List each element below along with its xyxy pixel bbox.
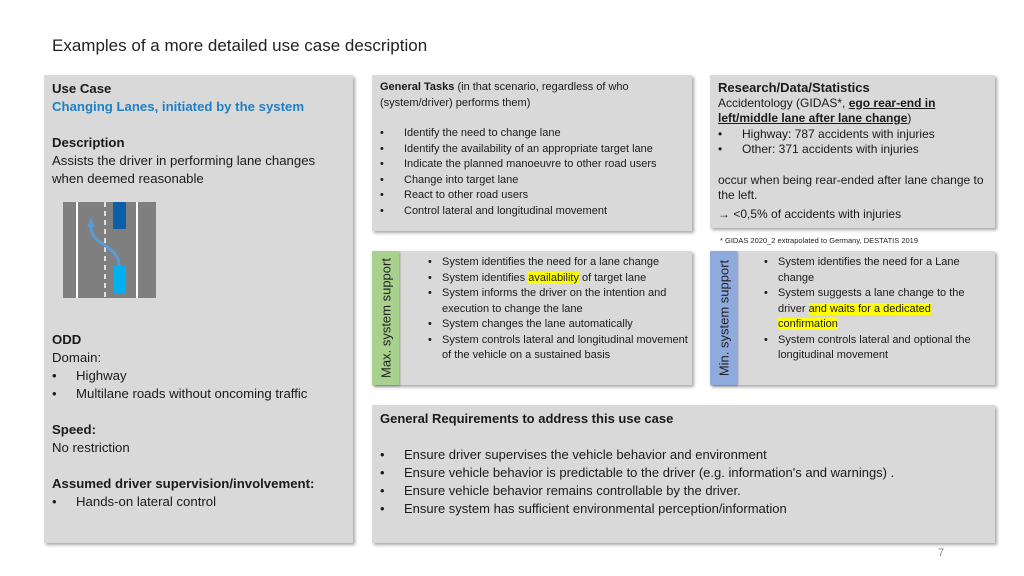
list-item-text: System changes the lane automatically bbox=[442, 318, 633, 330]
lane-change-diagram bbox=[63, 202, 156, 298]
list-item-text: System identifies the need for a Lane ch… bbox=[778, 256, 960, 284]
max-support-panel: Max. system support System identifies th… bbox=[372, 251, 692, 385]
general-tasks-list: Identify the need to change lane Identif… bbox=[380, 126, 680, 219]
min-support-panel: Min. system support System identifies th… bbox=[710, 251, 995, 385]
page-number: 7 bbox=[938, 547, 945, 559]
list-item: Hands-on lateral control bbox=[52, 493, 352, 511]
requirements-panel: General Requirements to address this use… bbox=[372, 405, 995, 543]
description-heading: Description bbox=[52, 135, 125, 150]
list-item-text: System controls lateral and optional the… bbox=[778, 333, 971, 362]
general-tasks-intro: General Tasks (in that scenario, regardl… bbox=[380, 80, 680, 111]
general-tasks-panel: General Tasks (in that scenario, regardl… bbox=[372, 75, 692, 231]
list-item: System controls lateral and optional the… bbox=[764, 333, 992, 364]
list-item: Indicate the planned manoeuvre to other … bbox=[380, 157, 680, 173]
general-tasks-heading: General Tasks bbox=[380, 81, 455, 93]
list-item: Highway bbox=[52, 367, 352, 385]
research-intro-prefix: Accidentology (GIDAS*, bbox=[718, 95, 849, 110]
use-case-heading: Use Case bbox=[52, 81, 112, 96]
min-support-list: System identifies the need for a Lane ch… bbox=[764, 255, 992, 364]
research-conclusion-text: <0,5% of accidents with injuries bbox=[730, 206, 902, 221]
speed-heading: Speed: bbox=[52, 422, 96, 437]
research-conclusion: → <0,5% of accidents with injuries bbox=[718, 207, 990, 223]
research-intro: Accidentology (GIDAS*, ego rear-end in l… bbox=[718, 96, 990, 127]
list-item: Ensure vehicle behavior is predictable t… bbox=[380, 464, 980, 482]
min-support-tab: Min. system support bbox=[710, 251, 737, 385]
list-item: Identify the need to change lane bbox=[380, 126, 680, 142]
list-item: System informs the driver on the intenti… bbox=[428, 286, 688, 317]
list-item: System suggests a lane change to the dri… bbox=[764, 286, 992, 333]
min-support-label: Min. system support bbox=[716, 259, 731, 377]
list-item-text: of target lane bbox=[578, 271, 647, 284]
page-title: Examples of a more detailed use case des… bbox=[52, 36, 428, 55]
requirements-list: Ensure driver supervises the vehicle beh… bbox=[380, 446, 980, 518]
domain-list: Highway Multilane roads without oncoming… bbox=[52, 367, 352, 403]
list-item: Ensure system has sufficient environment… bbox=[380, 500, 980, 518]
list-item: System identifies the need for a Lane ch… bbox=[764, 255, 992, 286]
use-case-name: Changing Lanes, initiated by the system bbox=[52, 99, 305, 114]
supervision-heading: Assumed driver supervision/involvement: bbox=[52, 476, 315, 491]
max-support-list: System identifies the need for a lane ch… bbox=[428, 255, 688, 364]
list-item: System changes the lane automatically bbox=[428, 317, 688, 333]
speed-value: No restriction bbox=[52, 440, 130, 455]
list-item: Ensure vehicle behavior remains controll… bbox=[380, 482, 980, 500]
list-item: Other: 371 accidents with injuries bbox=[718, 142, 990, 158]
list-item: Change into target lane bbox=[380, 173, 680, 189]
lane-line-left bbox=[76, 202, 78, 298]
highlighted-text: availability bbox=[528, 271, 579, 284]
list-item-text: System identifies the need for a lane ch… bbox=[442, 256, 660, 268]
list-item: System identifies availability of target… bbox=[428, 271, 688, 287]
list-item-text: System informs the driver on the intenti… bbox=[442, 287, 667, 315]
arrow-right-icon: → bbox=[718, 206, 730, 221]
requirements-heading: General Requirements to address this use… bbox=[380, 411, 674, 426]
research-note: occur when being rear-ended after lane c… bbox=[718, 172, 984, 203]
lane-line-right bbox=[136, 202, 138, 298]
list-item: Highway: 787 accidents with injuries bbox=[718, 127, 990, 143]
list-item: Identify the availability of an appropri… bbox=[380, 142, 680, 158]
list-item-text: System identifies bbox=[442, 271, 529, 284]
research-list: Highway: 787 accidents with injuries Oth… bbox=[718, 127, 990, 158]
research-heading: Research/Data/Statistics bbox=[718, 80, 870, 95]
supervision-list: Hands-on lateral control bbox=[52, 493, 352, 511]
max-support-tab: Max. system support bbox=[372, 251, 399, 385]
list-item: System controls lateral and longitudinal… bbox=[428, 333, 688, 364]
list-item: React to other road users bbox=[380, 188, 680, 204]
use-case-panel: Use Case Changing Lanes, initiated by th… bbox=[44, 75, 353, 543]
max-support-label: Max. system support bbox=[378, 258, 393, 378]
list-item: Ensure driver supervises the vehicle beh… bbox=[380, 446, 980, 464]
odd-heading: ODD bbox=[52, 332, 82, 347]
research-footnote: * GIDAS 2020_2 extrapolated to Germany, … bbox=[720, 236, 919, 245]
domain-label: Domain: bbox=[52, 350, 102, 365]
ego-vehicle bbox=[113, 266, 126, 294]
list-item-text: System controls lateral and longitudinal… bbox=[442, 333, 688, 362]
list-item: System identifies the need for a lane ch… bbox=[428, 255, 688, 271]
vehicle-ahead bbox=[113, 202, 126, 229]
research-panel: Research/Data/Statistics Accidentology (… bbox=[710, 75, 995, 228]
description-text: Assists the driver in performing lane ch… bbox=[52, 153, 316, 186]
research-intro-suffix: ) bbox=[907, 111, 912, 125]
list-item: Multilane roads without oncoming traffic bbox=[52, 385, 352, 403]
list-item: Control lateral and longitudinal movemen… bbox=[380, 204, 680, 220]
